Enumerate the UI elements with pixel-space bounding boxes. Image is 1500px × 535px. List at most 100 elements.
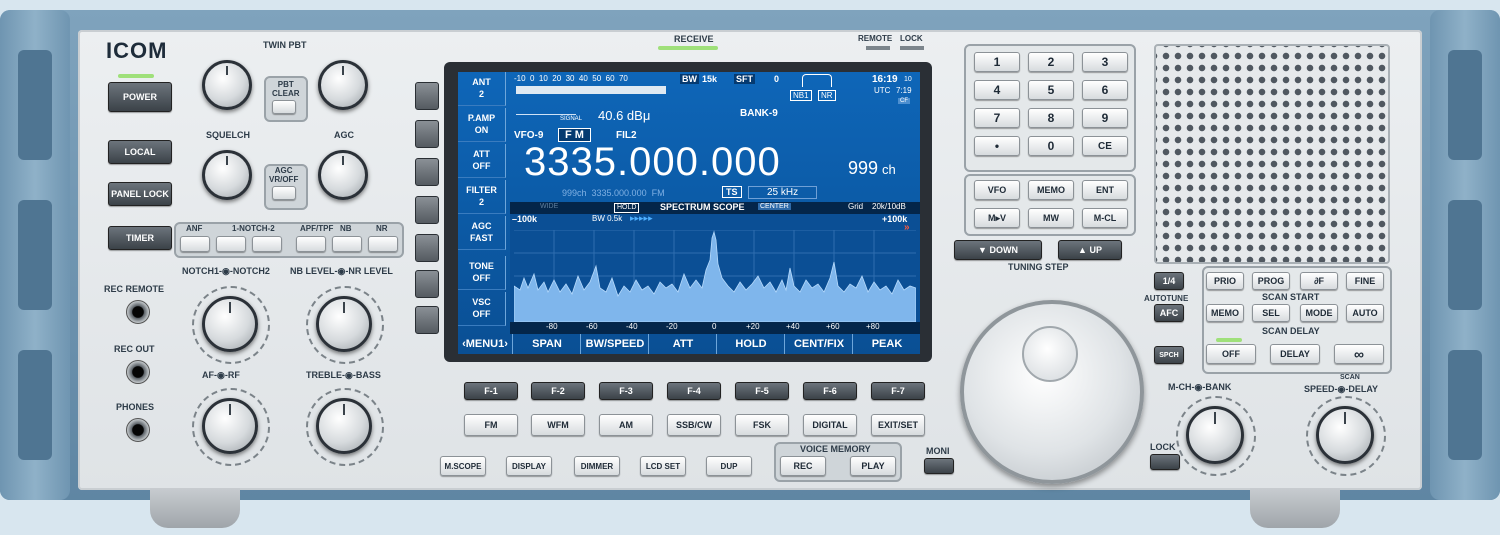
rec-button[interactable]: REC	[780, 456, 826, 476]
scope-tick-p40: +40	[786, 322, 800, 331]
fine-button[interactable]: FINE	[1346, 272, 1384, 290]
mch-bank-knob[interactable]	[1186, 406, 1244, 464]
squelch-knob[interactable]	[202, 150, 252, 200]
agc-vr-off-button[interactable]	[272, 186, 296, 200]
mw-button[interactable]: MW	[1028, 208, 1074, 228]
afc-button[interactable]: AFC	[1154, 304, 1184, 322]
scan-delay-label: SCAN DELAY	[1262, 326, 1320, 336]
nr-button[interactable]	[368, 236, 398, 252]
delta-f-button[interactable]: ∂F	[1300, 272, 1338, 290]
side-key-2[interactable]	[415, 120, 439, 148]
memo-button[interactable]: MEMO	[1028, 180, 1074, 200]
left-foot	[150, 488, 240, 528]
spch-button[interactable]: SPCH	[1154, 346, 1184, 364]
pbt-clear-label: PBT CLEAR	[272, 80, 300, 98]
nb-button[interactable]	[332, 236, 362, 252]
timer-button[interactable]: TIMER	[108, 226, 172, 250]
down-button[interactable]: ▼ DOWN	[954, 240, 1042, 260]
lcd-set-button[interactable]: LCD SET	[640, 456, 686, 476]
ent-button[interactable]: ENT	[1082, 180, 1128, 200]
scan-delay-button[interactable]: DELAY	[1270, 344, 1320, 364]
side-filter: FILTER 2	[458, 180, 506, 214]
play-button[interactable]: PLAY	[850, 456, 896, 476]
prio-button[interactable]: PRIO	[1206, 272, 1244, 290]
side-key-7[interactable]	[415, 306, 439, 334]
f7-button[interactable]: F-7	[871, 382, 925, 400]
apf-tpf-button[interactable]	[296, 236, 326, 252]
sel-button[interactable]: SEL	[1252, 304, 1290, 322]
side-key-1[interactable]	[415, 82, 439, 110]
key-9[interactable]: 9	[1082, 108, 1128, 128]
f4-button[interactable]: F-4	[667, 382, 721, 400]
f3-button[interactable]: F-3	[599, 382, 653, 400]
m-cl-button[interactable]: M-CL	[1082, 208, 1128, 228]
key-7[interactable]: 7	[974, 108, 1020, 128]
notch-knob-label: NOTCH1-◉-NOTCH2	[182, 266, 270, 276]
panel-lock-button[interactable]: PANEL LOCK	[108, 182, 172, 206]
af-rf-knob[interactable]	[202, 398, 258, 454]
am-button[interactable]: AM	[599, 414, 653, 436]
nb-nr-level-knob[interactable]	[316, 296, 372, 352]
dimmer-button[interactable]: DIMMER	[574, 456, 620, 476]
f1-button[interactable]: F-1	[464, 382, 518, 400]
fsk-button[interactable]: FSK	[735, 414, 789, 436]
scan-off-button[interactable]: OFF	[1206, 344, 1256, 364]
key-3[interactable]: 3	[1082, 52, 1128, 72]
sft-value: 0	[774, 74, 780, 84]
moni-button[interactable]	[924, 458, 954, 474]
f2-button[interactable]: F-2	[531, 382, 585, 400]
side-key-3[interactable]	[415, 158, 439, 186]
side-key-6[interactable]	[415, 270, 439, 298]
key-8[interactable]: 8	[1028, 108, 1074, 128]
f6-button[interactable]: F-6	[803, 382, 857, 400]
pbt-clear-button[interactable]	[272, 100, 296, 114]
exit-set-button[interactable]: EXIT/SET	[871, 414, 925, 436]
ssb-cw-button[interactable]: SSB/CW	[667, 414, 721, 436]
key-5[interactable]: 5	[1028, 80, 1074, 100]
display-button[interactable]: DISPLAY	[506, 456, 552, 476]
up-button[interactable]: ▲ UP	[1058, 240, 1122, 260]
tuning-step-label: TUNING STEP	[1008, 262, 1069, 272]
fm-button[interactable]: FM	[464, 414, 518, 436]
agc-knob[interactable]	[318, 150, 368, 200]
speed-delay-knob[interactable]	[1316, 406, 1374, 464]
key-4[interactable]: 4	[974, 80, 1020, 100]
nr-label: NR	[376, 224, 388, 233]
mode-button[interactable]: MODE	[1300, 304, 1338, 322]
treble-bass-knob[interactable]	[316, 398, 372, 454]
notch1-button[interactable]	[216, 236, 246, 252]
power-button[interactable]: POWER	[108, 82, 172, 112]
prog-button[interactable]: PROG	[1252, 272, 1290, 290]
local-button[interactable]: LOCAL	[108, 140, 172, 164]
infinite-delay-button[interactable]: ∞	[1334, 344, 1384, 364]
digital-button[interactable]: DIGITAL	[803, 414, 857, 436]
power-led	[118, 74, 154, 78]
key-6[interactable]: 6	[1082, 80, 1128, 100]
quarter-button[interactable]: 1/4	[1154, 272, 1184, 290]
m-to-v-button[interactable]: M▸V	[974, 208, 1020, 228]
pbt-outer-knob[interactable]	[318, 60, 368, 110]
key-ce[interactable]: CE	[1082, 136, 1128, 156]
scan-memo-button[interactable]: MEMO	[1206, 304, 1244, 322]
vfo-button[interactable]: VFO	[974, 180, 1020, 200]
key-1[interactable]: 1	[974, 52, 1020, 72]
key-0[interactable]: 0	[1028, 136, 1074, 156]
pbt-inner-knob[interactable]	[202, 60, 252, 110]
main-tuning-dial[interactable]	[960, 300, 1144, 484]
side-key-5[interactable]	[415, 234, 439, 262]
notch-knob[interactable]	[202, 296, 258, 352]
lock-button[interactable]	[1150, 454, 1180, 470]
scope-center-label: CENTER	[758, 203, 791, 210]
anf-button[interactable]	[180, 236, 210, 252]
side-key-4[interactable]	[415, 196, 439, 224]
mscope-button[interactable]: M.SCOPE	[440, 456, 486, 476]
key-2[interactable]: 2	[1028, 52, 1074, 72]
key-dot[interactable]: •	[974, 136, 1020, 156]
wfm-button[interactable]: WFM	[531, 414, 585, 436]
lock-indicator	[900, 46, 924, 50]
utc-label: UTC	[874, 86, 891, 95]
auto-button[interactable]: AUTO	[1346, 304, 1384, 322]
notch2-button[interactable]	[252, 236, 282, 252]
f5-button[interactable]: F-5	[735, 382, 789, 400]
dup-button[interactable]: DUP	[706, 456, 752, 476]
